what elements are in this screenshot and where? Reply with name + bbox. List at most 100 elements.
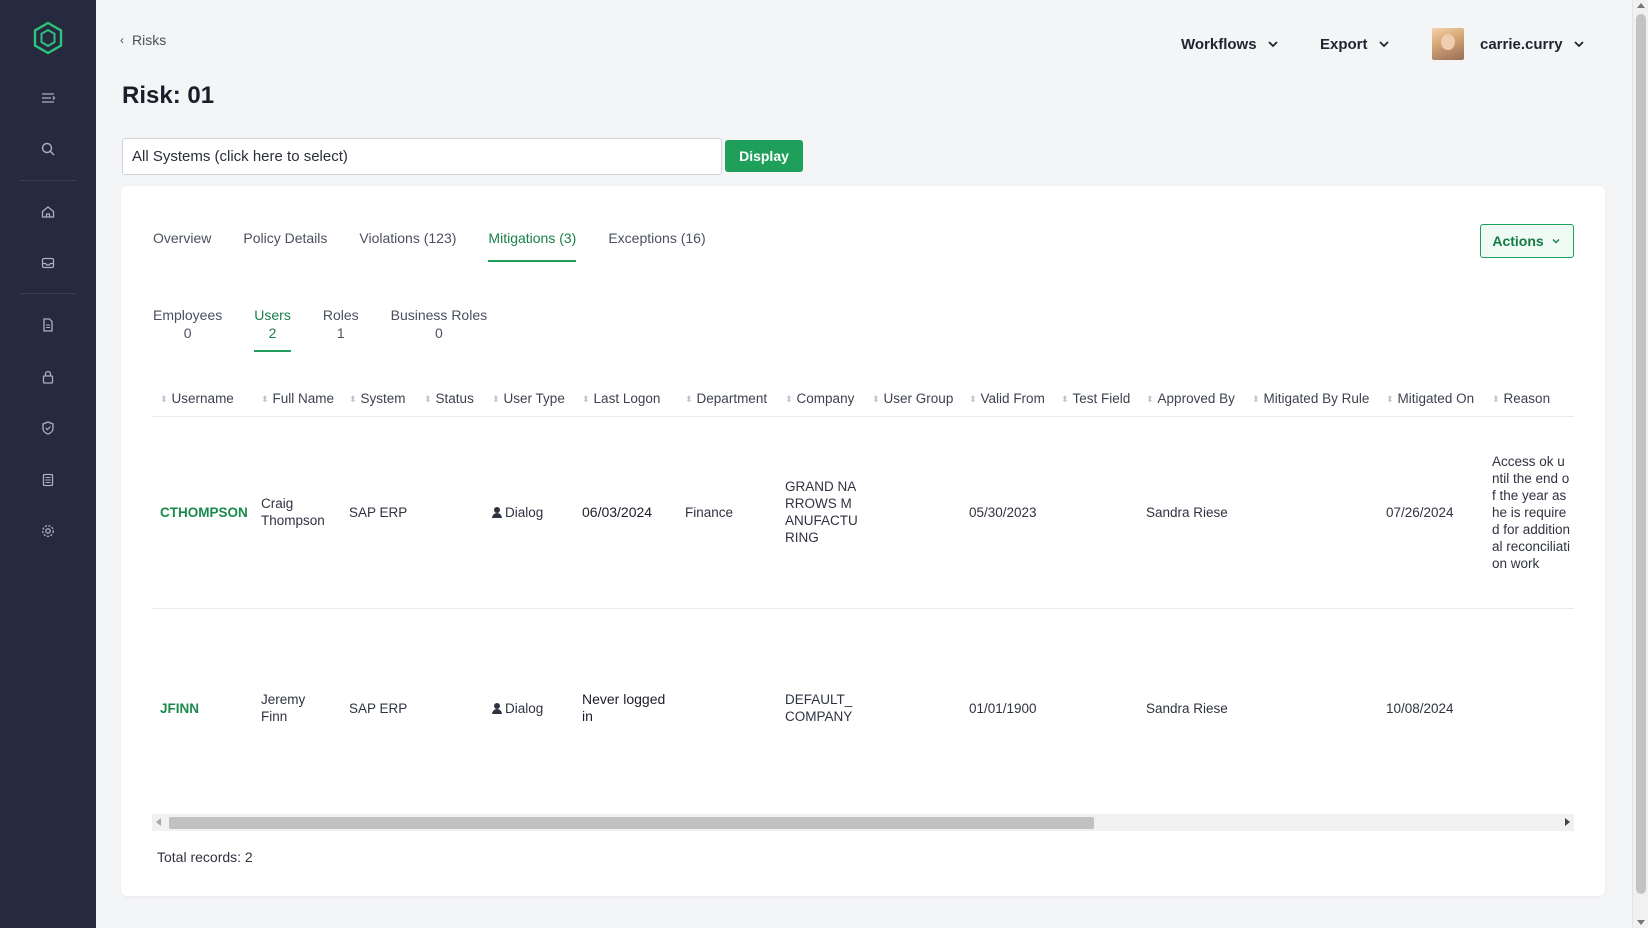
vertical-scrollbar[interactable] xyxy=(1632,0,1648,928)
chevron-down-icon xyxy=(1573,41,1584,48)
sort-icon: ⬍ xyxy=(785,394,793,405)
column-header-system[interactable]: ⬍ System xyxy=(341,382,416,417)
column-header-mitigated-by-rule[interactable]: ⬍ Mitigated By Rule xyxy=(1244,382,1378,417)
column-header-last-logon[interactable]: ⬍ Last Logon xyxy=(574,382,677,417)
chevron-left-icon: ‹ xyxy=(120,33,124,47)
column-header-reason[interactable]: ⬍ Reason xyxy=(1484,382,1574,417)
logo-icon[interactable] xyxy=(30,20,66,56)
sort-icon: ⬍ xyxy=(872,394,880,405)
scroll-down-icon[interactable] xyxy=(1637,920,1645,925)
full-name-cell: Jeremy Finn xyxy=(261,692,306,725)
settings-icon[interactable] xyxy=(37,520,59,542)
sort-icon: ⬍ xyxy=(1492,394,1500,405)
subtab-roles[interactable]: Roles 1 xyxy=(323,306,359,352)
display-button[interactable]: Display xyxy=(725,140,803,172)
user-type-cell: Dialog xyxy=(484,608,574,807)
username-label: carrie.curry xyxy=(1480,35,1563,53)
last-logon-cell: Never logged in xyxy=(582,691,666,725)
username-link[interactable]: JFINN xyxy=(152,608,253,807)
column-header-status[interactable]: ⬍ Status xyxy=(416,382,484,417)
scroll-up-icon[interactable] xyxy=(1637,3,1645,8)
sort-icon: ⬍ xyxy=(160,394,168,405)
scrollbar-thumb[interactable] xyxy=(169,817,1094,829)
user-type-cell: Dialog xyxy=(484,416,574,609)
column-header-company[interactable]: ⬍ Company xyxy=(777,382,864,417)
subtab-label: Employees xyxy=(153,307,223,323)
workflows-label: Workflows xyxy=(1181,35,1257,53)
status-cell xyxy=(416,608,484,807)
status-cell xyxy=(416,416,484,609)
user-menu[interactable]: carrie.curry xyxy=(1480,32,1587,56)
sort-icon: ⬍ xyxy=(1061,394,1069,405)
inbox-icon[interactable] xyxy=(37,252,59,274)
column-header-user-type[interactable]: ⬍ User Type xyxy=(484,382,574,417)
tab-bar: Overview Policy Details Violations (123)… xyxy=(153,230,738,262)
workflows-menu[interactable]: Workflows xyxy=(1181,32,1281,56)
sort-icon: ⬍ xyxy=(1252,394,1260,405)
export-menu[interactable]: Export xyxy=(1320,32,1392,56)
subtab-label: Users xyxy=(254,307,291,323)
avatar[interactable] xyxy=(1432,28,1464,60)
subtab-business-roles[interactable]: Business Roles 0 xyxy=(391,306,488,352)
chevron-down-icon xyxy=(1267,41,1278,48)
username-link[interactable]: CTHOMPSON xyxy=(152,416,253,609)
valid-from-cell: 01/01/1900 xyxy=(969,700,1037,716)
content-card: Overview Policy Details Violations (123)… xyxy=(121,186,1605,896)
tab-policy-details[interactable]: Policy Details xyxy=(243,230,327,262)
document-icon[interactable] xyxy=(37,314,59,336)
user-icon xyxy=(492,506,502,518)
column-header-username[interactable]: ⬍ Username xyxy=(152,382,253,417)
tab-overview[interactable]: Overview xyxy=(153,230,211,262)
company-cell: GRAND NARROWS MANUFACTURING xyxy=(777,416,864,609)
tab-exceptions[interactable]: Exceptions (16) xyxy=(608,230,705,262)
sort-icon: ⬍ xyxy=(492,394,500,405)
table-header-row: ⬍ Username ⬍ Full Name ⬍ System ⬍ Status ⬍ Us… xyxy=(152,382,1574,417)
test-field-cell xyxy=(1053,608,1138,807)
mitigated-on-cell: 10/08/2024 xyxy=(1386,700,1454,716)
breadcrumb-risks-link[interactable]: Risks xyxy=(132,32,166,48)
last-logon-cell: 06/03/2024 xyxy=(574,416,677,609)
page-title: Risk: 01 xyxy=(122,82,215,109)
breadcrumb[interactable]: ‹ Risks xyxy=(120,32,166,48)
tab-mitigations[interactable]: Mitigations (3) xyxy=(488,230,576,262)
column-header-approved-by[interactable]: ⬍ Approved By xyxy=(1138,382,1244,417)
column-header-mitigated-on[interactable]: ⬍ Mitigated On xyxy=(1378,382,1484,417)
mitigated-by-rule-cell xyxy=(1244,608,1378,807)
column-header-full-name[interactable]: ⬍ Full Name xyxy=(253,382,341,417)
sort-icon: ⬍ xyxy=(424,394,432,405)
test-field-cell xyxy=(1053,416,1138,609)
valid-from-cell: 05/30/2023 xyxy=(961,416,1053,609)
horizontal-scrollbar[interactable] xyxy=(152,814,1574,831)
approved-by-cell: Sandra Riese xyxy=(1146,700,1228,716)
subtab-count: 0 xyxy=(183,325,192,341)
scrollbar-thumb[interactable] xyxy=(1636,14,1646,894)
shield-icon[interactable] xyxy=(37,417,59,439)
company-cell: DEFAULT_COMPANY xyxy=(785,692,853,725)
user-group-cell xyxy=(864,608,961,807)
column-header-user-group[interactable]: ⬍ User Group xyxy=(864,382,961,417)
subtab-employees[interactable]: Employees 0 xyxy=(153,306,222,352)
actions-button[interactable]: Actions xyxy=(1480,224,1574,258)
column-header-valid-from[interactable]: ⬍ Valid From xyxy=(961,382,1053,417)
sort-icon: ⬍ xyxy=(1386,394,1394,405)
sidebar xyxy=(0,0,96,928)
scroll-right-icon[interactable] xyxy=(1565,818,1570,826)
home-icon[interactable] xyxy=(37,201,59,223)
table-row[interactable]: CTHOMPSON Craig Thompson SAP ERP Dialog … xyxy=(152,416,1574,609)
approved-by-cell: Sandra Riese xyxy=(1138,416,1244,609)
lock-icon[interactable] xyxy=(37,366,59,388)
menu-collapse-icon[interactable] xyxy=(37,87,59,109)
sort-icon: ⬍ xyxy=(685,394,693,405)
table-row[interactable]: JFINN Jeremy Finn SAP ERP Dialog Never l… xyxy=(152,608,1574,807)
systems-select-input[interactable]: All Systems (click here to select) xyxy=(122,138,722,175)
search-icon[interactable] xyxy=(37,138,59,160)
tab-violations[interactable]: Violations (123) xyxy=(359,230,456,262)
scroll-left-icon[interactable] xyxy=(156,818,161,826)
reason-cell: Access ok until the end of the year as h… xyxy=(1484,416,1574,609)
column-header-test-field[interactable]: ⬍ Test Field xyxy=(1053,382,1138,417)
mitigated-on-cell: 07/26/2024 xyxy=(1378,416,1484,609)
system-cell: SAP ERP xyxy=(341,416,416,609)
subtab-users[interactable]: Users 2 xyxy=(254,306,291,352)
report-icon[interactable] xyxy=(37,469,59,491)
column-header-department[interactable]: ⬍ Department xyxy=(677,382,777,417)
